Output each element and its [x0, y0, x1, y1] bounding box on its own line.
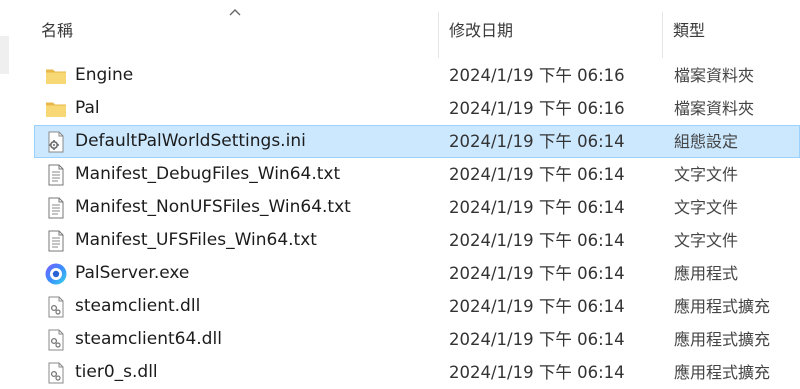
- file-modified-date: 2024/1/19 下午 06:14: [449, 363, 625, 382]
- file-name: Engine: [75, 65, 134, 85]
- file-name: PalServer.exe: [75, 263, 190, 283]
- column-header-type[interactable]: 類型: [668, 0, 798, 58]
- file-name: Manifest_NonUFSFiles_Win64.txt: [75, 197, 351, 217]
- file-modified-date: 2024/1/19 下午 06:14: [449, 165, 625, 184]
- file-type: 文字文件: [674, 165, 739, 184]
- file-type: 應用程式擴充: [674, 363, 771, 382]
- file-name: steamclient.dll: [75, 296, 201, 316]
- sort-ascending-icon: [229, 9, 241, 16]
- file-type: 檔案資料夾: [674, 99, 755, 118]
- column-divider[interactable]: [438, 12, 439, 58]
- file-row[interactable]: PalServer.exe 2024/1/19 下午 06:14 應用程式: [34, 257, 800, 290]
- file-name: DefaultPalWorldSettings.ini: [75, 131, 306, 151]
- text-file-icon: [44, 229, 68, 253]
- file-modified-date: 2024/1/19 下午 06:14: [449, 297, 625, 316]
- file-type: 應用程式: [674, 264, 739, 283]
- folder-icon: [44, 64, 68, 88]
- file-modified-date: 2024/1/19 下午 06:14: [449, 264, 625, 283]
- file-name: Pal: [75, 98, 100, 118]
- dll-file-icon: [44, 328, 68, 352]
- dll-file-icon: [44, 361, 68, 385]
- file-row[interactable]: steamclient.dll 2024/1/19 下午 06:14 應用程式擴充: [34, 290, 800, 323]
- column-header-bar: 名稱 修改日期 類型: [0, 0, 800, 58]
- file-modified-date: 2024/1/19 下午 06:16: [449, 66, 625, 85]
- column-header-date-label: 修改日期: [449, 21, 514, 40]
- column-header-date[interactable]: 修改日期: [444, 0, 662, 58]
- file-modified-date: 2024/1/19 下午 06:14: [449, 198, 625, 217]
- file-modified-date: 2024/1/19 下午 06:16: [449, 99, 625, 118]
- file-type: 組態設定: [674, 132, 739, 151]
- file-type: 檔案資料夾: [674, 66, 755, 85]
- exe-app-icon: [44, 262, 68, 286]
- file-type: 文字文件: [674, 231, 739, 250]
- dll-file-icon: [44, 295, 68, 319]
- folder-icon: [44, 97, 68, 121]
- file-row[interactable]: Pal 2024/1/19 下午 06:16 檔案資料夾: [34, 92, 800, 125]
- file-row[interactable]: Manifest_UFSFiles_Win64.txt 2024/1/19 下午 …: [34, 224, 800, 257]
- column-header-name-label: 名稱: [41, 21, 74, 40]
- file-type: 應用程式擴充: [674, 297, 771, 316]
- file-row[interactable]: DefaultPalWorldSettings.ini 2024/1/19 下午 …: [34, 125, 800, 158]
- file-type: 文字文件: [674, 198, 739, 217]
- file-name: Manifest_DebugFiles_Win64.txt: [75, 164, 341, 184]
- file-row[interactable]: Manifest_NonUFSFiles_Win64.txt 2024/1/19 …: [34, 191, 800, 224]
- text-file-icon: [44, 196, 68, 220]
- file-row[interactable]: Engine 2024/1/19 下午 06:16 檔案資料夾: [34, 59, 800, 92]
- file-modified-date: 2024/1/19 下午 06:14: [449, 231, 625, 250]
- text-file-icon: [44, 163, 68, 187]
- file-modified-date: 2024/1/19 下午 06:14: [449, 132, 625, 151]
- file-type: 應用程式擴充: [674, 330, 771, 349]
- file-modified-date: 2024/1/19 下午 06:14: [449, 330, 625, 349]
- file-name: tier0_s.dll: [75, 362, 158, 382]
- file-row[interactable]: Manifest_DebugFiles_Win64.txt 2024/1/19 下…: [34, 158, 800, 191]
- file-row[interactable]: tier0_s.dll 2024/1/19 下午 06:14 應用程式擴充: [34, 356, 800, 389]
- file-row[interactable]: steamclient64.dll 2024/1/19 下午 06:14 應用程式擴…: [34, 323, 800, 356]
- file-name: steamclient64.dll: [75, 329, 222, 349]
- column-divider[interactable]: [662, 12, 663, 58]
- file-name: Manifest_UFSFiles_Win64.txt: [75, 230, 317, 250]
- settings-file-icon: [44, 130, 68, 154]
- column-header-type-label: 類型: [673, 21, 706, 40]
